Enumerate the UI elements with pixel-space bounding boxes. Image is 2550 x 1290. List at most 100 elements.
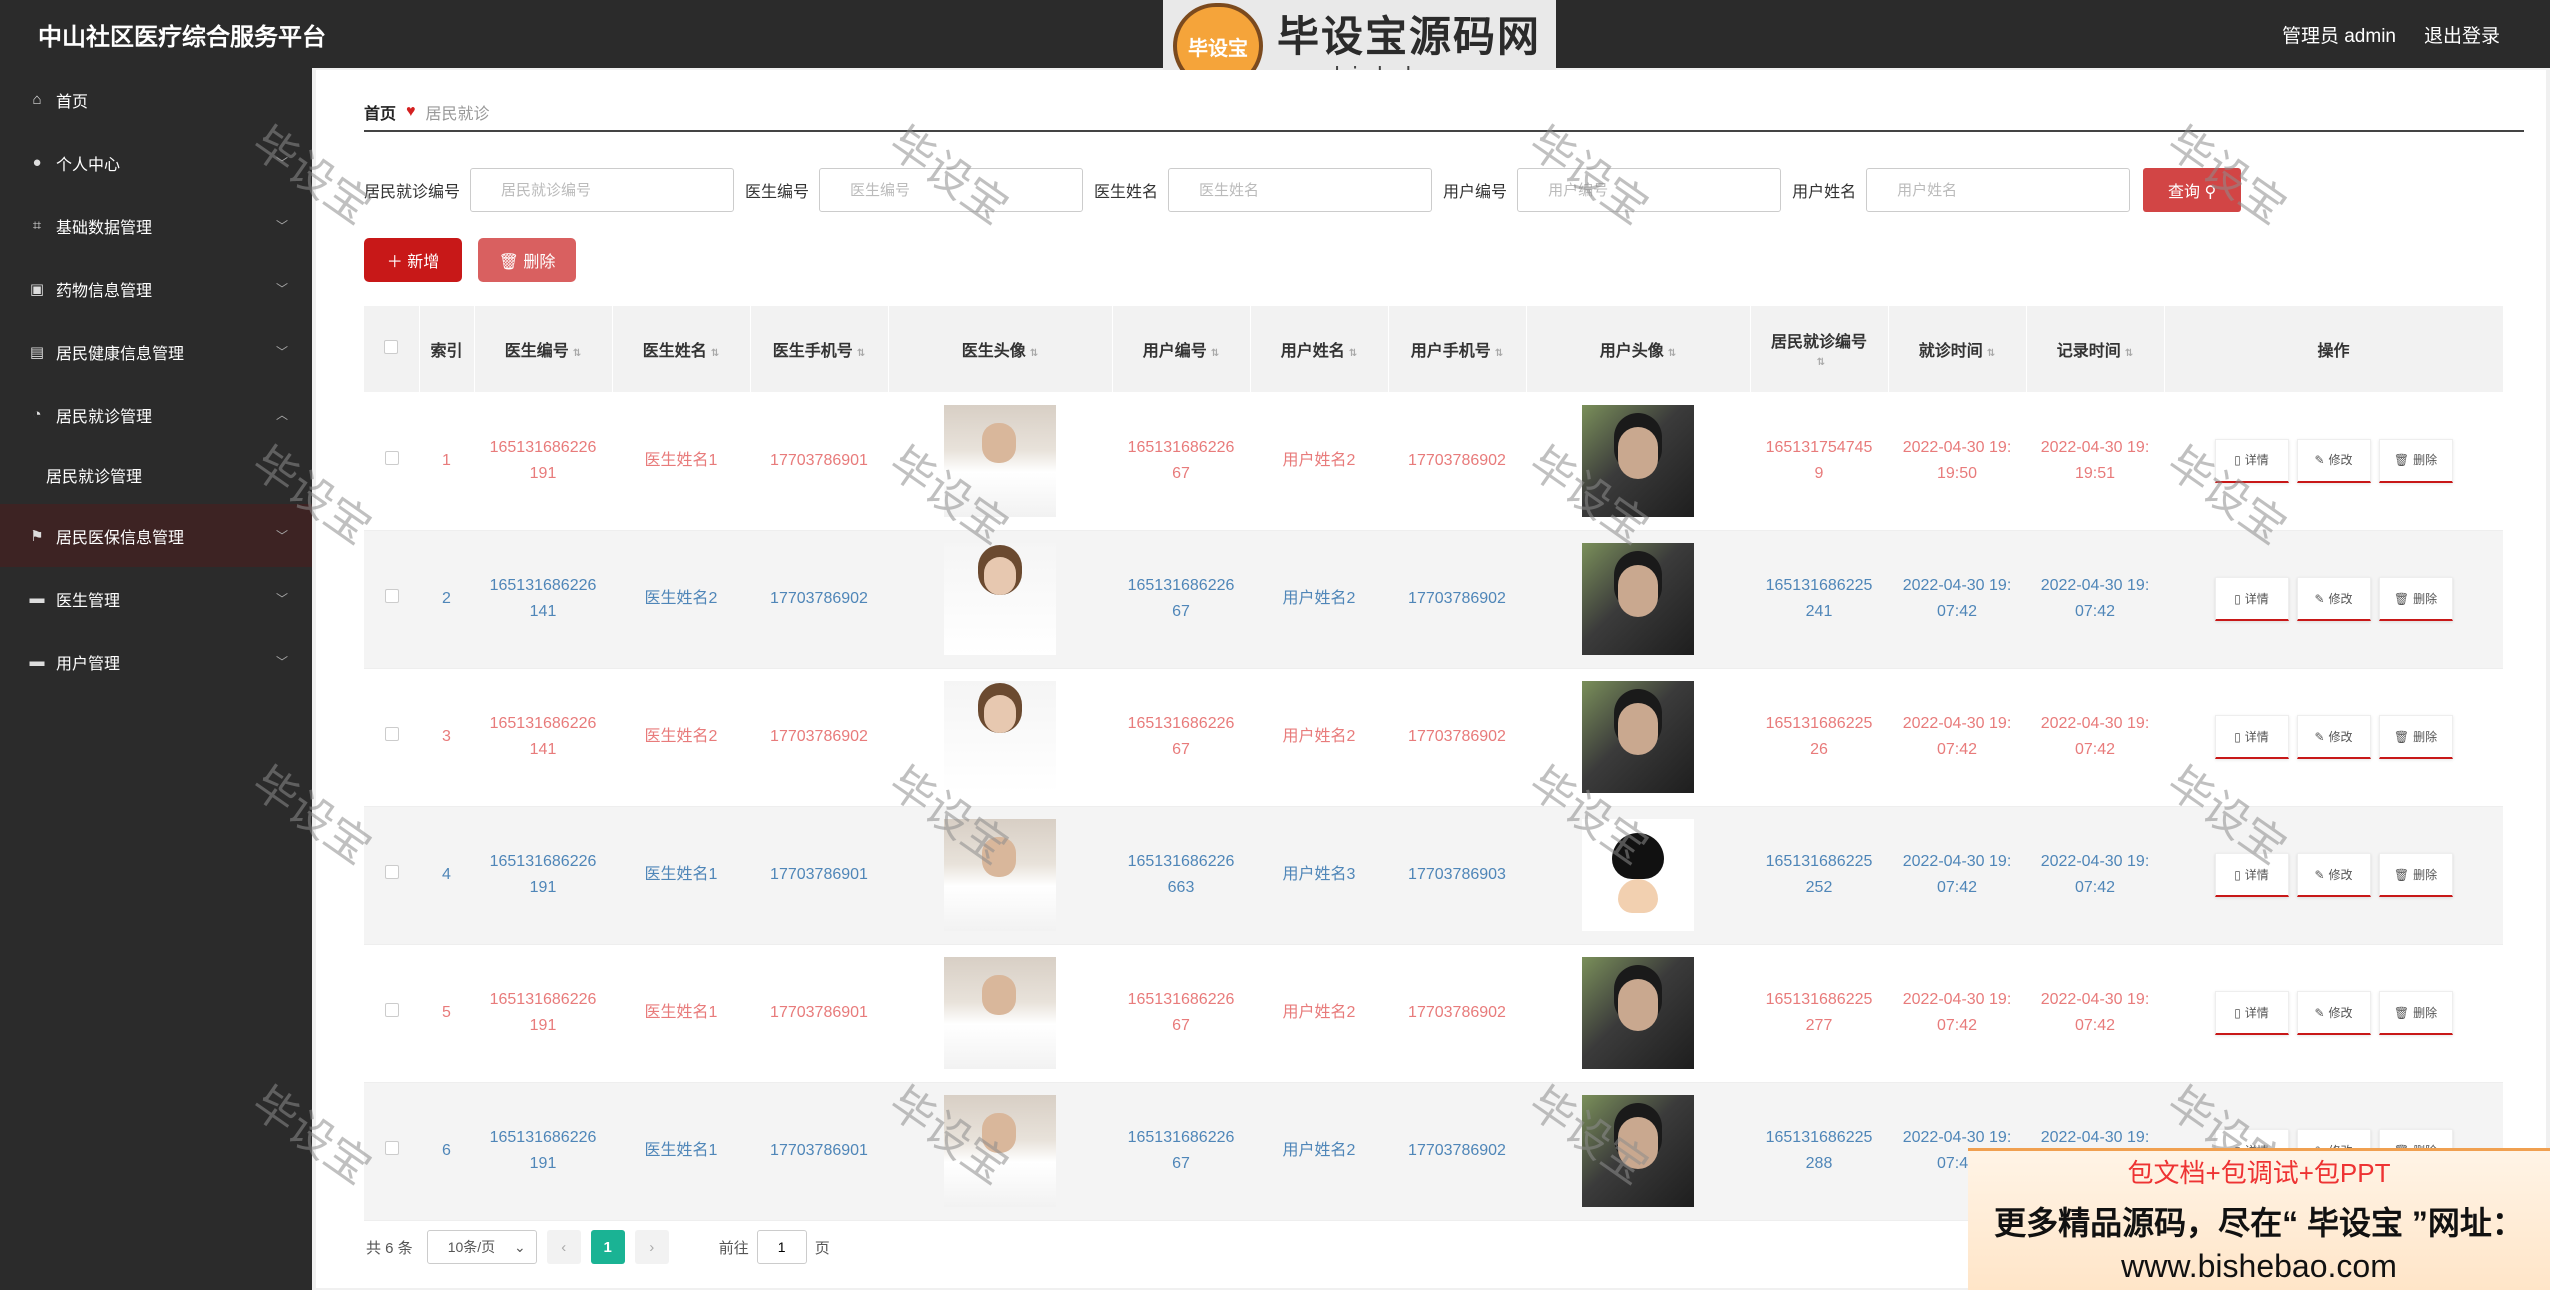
delete-button[interactable]: 🗑删除 [2378, 991, 2453, 1035]
column-header[interactable]: 医生头像 ⇅ [888, 306, 1113, 392]
add-button[interactable]: ＋ 新增 [364, 238, 462, 282]
user-avatar-cell [1526, 668, 1750, 807]
doctor-phone-cell: 17703786901 [750, 392, 888, 531]
visit-no-input[interactable] [470, 168, 735, 212]
batch-delete-button[interactable]: 🗑 删除 [478, 238, 576, 282]
trash-icon: 🗑 [2393, 453, 2410, 468]
sidebar-item-medicine[interactable]: ▣ 药物信息管理 ﹀ [0, 257, 312, 320]
doctor-no-cell: 165131686226141 [474, 530, 612, 669]
detail-button[interactable]: ▯详情 [2214, 991, 2289, 1035]
next-page-button[interactable]: › [634, 1230, 669, 1264]
prev-page-button[interactable]: ‹ [546, 1230, 581, 1264]
logo-title: 毕设宝源码网 [1277, 12, 1542, 61]
user-no-cell: 16513168622667 [1112, 530, 1250, 669]
doctor-avatar-cell [888, 392, 1112, 531]
document-icon: ▯ [2234, 729, 2241, 744]
delete-button[interactable]: 🗑删除 [2378, 438, 2453, 483]
sort-icon: ⇅ [1667, 348, 1677, 359]
sidebar-item-doctor[interactable]: ▬ 医生管理 ﹀ [0, 567, 312, 630]
delete-button[interactable]: 🗑删除 [2378, 853, 2453, 897]
doctor-phone: 17703786902 [770, 590, 868, 607]
search-label-user-no: 用户编号 [1443, 184, 1508, 201]
column-header[interactable]: 用户编号 ⇅ [1112, 306, 1251, 392]
user-name-cell: 用户姓名2 [1250, 1082, 1388, 1221]
sidebar-item-label: 药物信息管理 [56, 282, 153, 300]
visit-no: 165131686225241 [1765, 577, 1873, 620]
breadcrumb-home[interactable]: 首页 [364, 100, 396, 124]
edit-button[interactable]: ✎修改 [2296, 438, 2371, 483]
column-header[interactable]: 用户手机号 ⇅ [1388, 306, 1527, 392]
document-icon: ▯ [2234, 1005, 2241, 1020]
column-header[interactable]: 医生编号 ⇅ [474, 306, 613, 392]
sort-icon: ⇅ [1348, 348, 1358, 359]
select-cell [364, 944, 419, 1083]
user-no-cell: 165131686226663 [1112, 806, 1250, 945]
operations-cell: ▯详情✎修改🗑删除 [2164, 668, 2503, 807]
sort-icon: ⇅ [1816, 357, 1826, 368]
user-no-cell: 16513168622667 [1112, 944, 1250, 1083]
user-name-input[interactable] [1866, 168, 2131, 212]
column-header[interactable]: 用户头像 ⇅ [1526, 306, 1751, 392]
doctor-no: 165131686226191 [489, 1129, 597, 1172]
user-avatar [1582, 819, 1694, 931]
row-checkbox[interactable] [384, 865, 399, 879]
sidebar-item-insurance[interactable]: ⚑ 居民医保信息管理 ﹀ [0, 504, 312, 567]
logout-link[interactable]: 退出登录 [2424, 21, 2500, 48]
doctor-avatar [944, 543, 1056, 655]
user-name-cell: 用户姓名2 [1250, 668, 1388, 807]
delete-button[interactable]: 🗑删除 [2378, 577, 2453, 621]
doctor-name-cell: 医生姓名2 [612, 668, 750, 807]
sidebar-item-basic-data[interactable]: ⌗ 基础数据管理 ﹀ [0, 194, 312, 257]
doctor-name-input[interactable] [1168, 168, 1433, 212]
sidebar-item-health-info[interactable]: ▤ 居民健康信息管理 ﹀ [0, 320, 312, 383]
sidebar-item-home[interactable]: ⌂ 首页 [0, 68, 312, 131]
doctor-phone: 17703786901 [770, 451, 868, 469]
row-checkbox[interactable] [384, 589, 399, 603]
row-index: 2 [442, 590, 451, 607]
sidebar-subitem-visit[interactable]: 居民就诊管理 [0, 446, 312, 504]
user-avatar-cell [1526, 392, 1750, 531]
column-header[interactable]: 医生姓名 ⇅ [612, 306, 751, 392]
detail-button[interactable]: ▯详情 [2214, 577, 2289, 621]
record-time-cell: 2022-04-30 19:07:42 [2026, 668, 2164, 807]
column-header[interactable]: 记录时间 ⇅ [2026, 306, 2165, 392]
row-checkbox[interactable] [384, 727, 399, 741]
edit-button[interactable]: ✎修改 [2296, 715, 2371, 759]
select-cell [364, 530, 419, 669]
edit-button[interactable]: ✎修改 [2296, 577, 2371, 621]
record-time-cell: 2022-04-30 19:07:42 [2026, 944, 2164, 1083]
doctor-no-cell: 165131686226191 [474, 392, 612, 531]
row-checkbox[interactable] [384, 1141, 399, 1155]
sidebar-item-user[interactable]: ▬ 用户管理 ﹀ [0, 630, 312, 693]
sidebar-item-label: 居民就诊管理 [56, 408, 153, 426]
user-phone-cell: 17703786902 [1388, 1082, 1526, 1221]
select-all-checkbox[interactable] [384, 339, 399, 354]
chevron-down-icon: ﹀ [275, 156, 288, 170]
column-header[interactable]: 居民就诊编号 ⇅ [1750, 306, 1889, 392]
goto-page-input[interactable] [756, 1230, 807, 1264]
page-number-current[interactable]: 1 [590, 1230, 625, 1264]
sort-icon: ⇅ [572, 348, 582, 359]
delete-button[interactable]: 🗑删除 [2378, 715, 2453, 759]
column-header[interactable]: 用户姓名 ⇅ [1250, 306, 1389, 392]
trash-icon: 🗑 [2393, 729, 2410, 744]
column-header[interactable]: 医生手机号 ⇅ [750, 306, 889, 392]
column-header[interactable]: 就诊时间 ⇅ [1888, 306, 2027, 392]
admin-label[interactable]: 管理员 admin [2282, 21, 2396, 48]
edit-button[interactable]: ✎修改 [2296, 991, 2371, 1035]
page-size-select[interactable]: 10条/页 ⌄ [426, 1230, 537, 1264]
doctor-no-input[interactable] [819, 168, 1084, 212]
edit-button[interactable]: ✎修改 [2296, 853, 2371, 897]
row-checkbox[interactable] [384, 1003, 399, 1017]
detail-button[interactable]: ▯详情 [2214, 715, 2289, 759]
detail-button[interactable]: ▯详情 [2214, 438, 2289, 483]
sidebar-item-visit-management[interactable]: ◔ 居民就诊管理 ︿ [0, 383, 312, 446]
detail-button[interactable]: ▯详情 [2214, 853, 2289, 897]
search-button[interactable]: 查询 ⚲ [2143, 168, 2242, 212]
sidebar-item-personal-center[interactable]: ● 个人中心 ﹀ [0, 131, 312, 194]
user-no-input[interactable] [1517, 168, 1782, 212]
visit-time: 2022-04-30 19:07:42 [1902, 715, 2012, 758]
row-checkbox[interactable] [384, 450, 399, 465]
breadcrumb: 首页 ♥ 居民就诊 [364, 94, 2524, 132]
doctor-name-cell: 医生姓名2 [612, 530, 750, 669]
